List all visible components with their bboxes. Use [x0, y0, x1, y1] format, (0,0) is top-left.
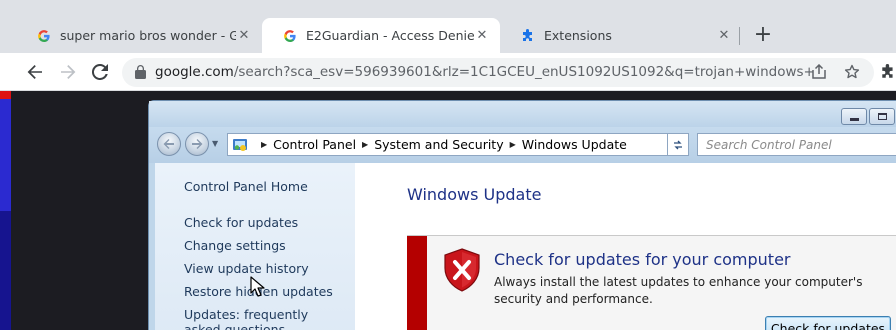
mouse-pointer-icon	[250, 276, 265, 297]
extensions-puzzle-icon[interactable]	[880, 64, 896, 80]
page-title: Windows Update	[407, 185, 542, 204]
url-path: /search?sca_esv=596939601&rlz=1C1GCEU_en…	[233, 64, 815, 80]
breadcrumb-arrow-icon: ▶	[362, 140, 369, 149]
tab-mario-search[interactable]: super mario bros wonder - Goog ✕	[16, 18, 262, 53]
sidebar-item-change-settings[interactable]: Change settings	[184, 238, 286, 253]
page-content: ▼ ▶ Control Panel ▶ System and Security …	[0, 91, 896, 330]
window-titlebar	[149, 101, 896, 127]
address-bar[interactable]: google.com/search?sca_esv=596939601&rlz=…	[122, 58, 874, 87]
reload-icon	[92, 64, 108, 80]
tab-strip: super mario bros wonder - Goog ✕ E2Guard…	[0, 0, 896, 53]
back-arrow-icon	[163, 139, 174, 149]
recent-pages-chevron-icon[interactable]: ▼	[212, 139, 218, 148]
tab-title: E2Guardian - Access Denied	[306, 28, 474, 43]
explorer-address-row: ▼ ▶ Control Panel ▶ System and Security …	[149, 127, 896, 163]
minimize-button[interactable]	[841, 108, 867, 125]
close-icon[interactable]: ✕	[716, 28, 732, 44]
maximize-icon	[877, 113, 887, 120]
breadcrumb-item[interactable]: Windows Update	[522, 137, 627, 152]
task-sidebar: Control Panel Home Check for updates Cha…	[155, 163, 355, 330]
update-status-panel: Check for updates for your computer Alwa…	[407, 235, 896, 330]
url-host: google.com	[155, 64, 234, 80]
tab-e2guardian[interactable]: E2Guardian - Access Denied ✕	[262, 18, 500, 53]
breadcrumb-item[interactable]: System and Security	[374, 137, 503, 152]
back-arrow-icon	[27, 65, 42, 79]
tab-title: Extensions	[544, 28, 612, 43]
tab-extensions[interactable]: Extensions ✕	[500, 18, 742, 53]
forward-arrow-icon	[192, 139, 203, 149]
tab-divider	[739, 27, 740, 45]
close-icon[interactable]: ✕	[236, 28, 252, 44]
sidebar-item-check-for-updates[interactable]: Check for updates	[184, 215, 298, 230]
puzzle-icon	[520, 28, 536, 44]
forward-nav-button[interactable]	[185, 132, 209, 156]
google-g-icon	[282, 28, 298, 44]
url-text: google.com/search?sca_esv=596939601&rlz=…	[155, 64, 815, 80]
tab-title: super mario bros wonder - Goog	[60, 28, 236, 43]
forward-arrow-icon	[61, 65, 76, 79]
refresh-button[interactable]	[667, 133, 689, 156]
maximize-button[interactable]	[869, 108, 895, 125]
sidebar-item-view-update-history[interactable]: View update history	[184, 261, 309, 276]
new-tab-button[interactable]: +	[750, 22, 776, 48]
breadcrumb-arrow-icon: ▶	[261, 140, 268, 149]
bookmark-star-icon[interactable]	[843, 63, 861, 81]
sidebar-item-updates-faq[interactable]: Updates: frequently asked questions	[184, 307, 344, 330]
status-color-bar	[407, 236, 427, 330]
breadcrumb-item[interactable]: Control Panel	[273, 137, 356, 152]
control-panel-icon	[231, 136, 249, 154]
reload-button[interactable]	[87, 59, 113, 85]
background-strip	[0, 91, 11, 330]
browser-toolbar: google.com/search?sca_esv=596939601&rlz=…	[0, 53, 896, 91]
check-for-updates-button[interactable]: Check for updates	[765, 316, 891, 330]
close-icon[interactable]: ✕	[474, 28, 490, 44]
main-content: Windows Update Check for updates for you…	[355, 163, 896, 330]
panel-description: Always install the latest updates to enh…	[494, 275, 863, 306]
search-control-panel-input[interactable]: Search Control Panel	[697, 133, 896, 156]
back-button[interactable]	[22, 59, 48, 85]
google-g-icon	[36, 28, 52, 44]
warning-shield-icon	[444, 248, 480, 292]
breadcrumb-arrow-icon: ▶	[509, 140, 516, 149]
lock-icon[interactable]	[132, 64, 148, 80]
forward-button[interactable]	[55, 59, 81, 85]
back-nav-button[interactable]	[157, 132, 181, 156]
sidebar-item-control-panel-home[interactable]: Control Panel Home	[184, 179, 308, 194]
minimize-icon	[849, 117, 859, 121]
breadcrumb[interactable]: ▶ Control Panel ▶ System and Security ▶ …	[227, 133, 687, 156]
refresh-icon	[674, 140, 682, 149]
panel-title: Check for updates for your computer	[494, 250, 791, 269]
share-icon[interactable]	[810, 63, 828, 81]
